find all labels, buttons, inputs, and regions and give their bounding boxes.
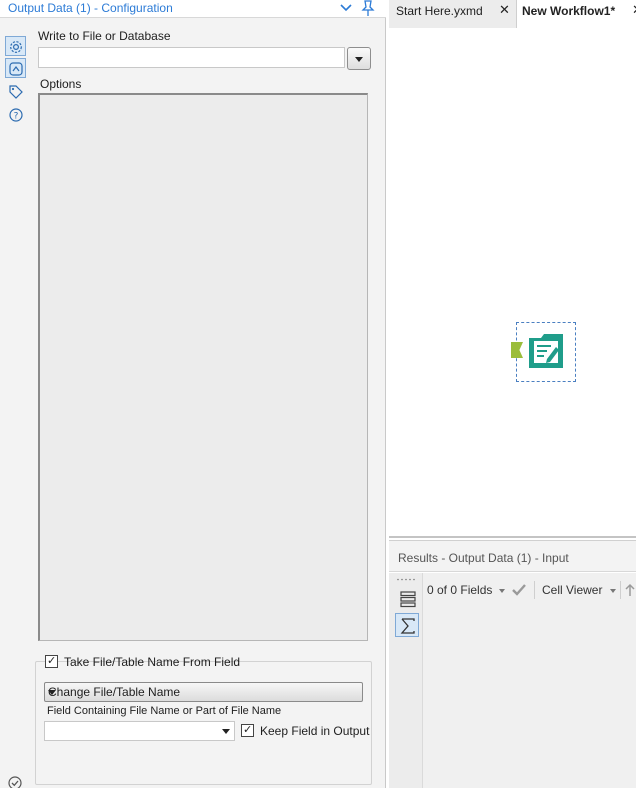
help-icon: ? [9, 108, 23, 122]
name-mode-select[interactable]: Change File/Table Name [44, 682, 363, 702]
tab-start-here[interactable]: Start Here.yxmd ✕ [389, 0, 516, 28]
tab-label: Start Here.yxmd [396, 4, 483, 18]
options-label: Options [40, 77, 82, 91]
connection-icon [9, 62, 23, 76]
results-toolbar: 0 of 0 Fields Cell Viewer [423, 579, 636, 601]
configuration-title: Output Data (1) - Configuration [8, 1, 173, 15]
file-path-input[interactable] [38, 47, 345, 68]
input-anchor[interactable] [511, 342, 523, 358]
write-to-label: Write to File or Database [38, 29, 171, 43]
results-header: Results - Output Data (1) - Input [389, 540, 636, 572]
fields-count[interactable]: 0 of 0 Fields [427, 583, 492, 597]
metadata-view-button[interactable] [395, 613, 419, 637]
rail-grip-icon [397, 578, 415, 581]
config-icon-rail: ? [0, 18, 30, 788]
tag-icon [9, 85, 23, 99]
field-select[interactable] [44, 721, 235, 741]
keep-field-label: Keep Field in Output [260, 724, 370, 738]
workflow-canvas[interactable] [389, 28, 636, 538]
output-data-icon [529, 334, 563, 368]
options-grid[interactable] [38, 93, 368, 641]
keep-field-checkbox[interactable]: ✓ [241, 723, 254, 737]
output-data-tool[interactable] [511, 322, 576, 382]
close-icon[interactable]: ✕ [499, 2, 510, 18]
svg-text:?: ? [14, 112, 19, 122]
gear-icon [10, 41, 22, 53]
check-circle-icon[interactable] [7, 775, 23, 788]
take-name-checkbox[interactable]: ✓ [45, 654, 58, 668]
data-view-button[interactable] [395, 586, 419, 610]
annotation-tab-button[interactable] [5, 81, 26, 101]
configuration-header: Output Data (1) - Configuration [0, 0, 386, 18]
close-icon[interactable]: ✕ [632, 2, 636, 18]
tab-new-workflow[interactable]: New Workflow1* ✕ [516, 0, 636, 28]
chevron-down-icon[interactable] [339, 0, 353, 16]
chevron-down-icon[interactable] [610, 589, 616, 593]
name-mode-value: Change File/Table Name [48, 685, 181, 699]
take-name-label: Take File/Table Name From Field [64, 655, 241, 669]
arrow-up-icon[interactable] [624, 582, 636, 598]
results-title: Results - Output Data (1) - Input [398, 551, 569, 565]
chevron-down-icon [222, 729, 230, 734]
configuration-tab-button[interactable] [5, 36, 26, 56]
toolbar-separator [620, 581, 621, 599]
sigma-icon [400, 618, 415, 634]
results-rail [389, 573, 423, 788]
cell-viewer-button[interactable]: Cell Viewer [542, 583, 602, 597]
toolbar-separator [534, 581, 535, 599]
file-dropdown-button[interactable] [347, 47, 371, 70]
tab-label: New Workflow1* [522, 4, 616, 18]
help-tab-button[interactable]: ? [5, 104, 26, 124]
configuration-panel: Output Data (1) - Configuration ? Write … [0, 0, 386, 788]
rows-icon [400, 591, 416, 608]
chevron-down-icon[interactable] [499, 589, 505, 593]
checkmark-icon[interactable] [511, 582, 527, 598]
chevron-down-icon [48, 690, 56, 695]
pin-icon[interactable] [360, 0, 376, 16]
workflow-tab-bar: Start Here.yxmd ✕ New Workflow1* ✕ [389, 0, 636, 28]
connection-tab-button[interactable] [5, 58, 26, 78]
field-label: Field Containing File Name or Part of Fi… [47, 705, 282, 717]
results-panel: 0 of 0 Fields Cell Viewer [389, 573, 636, 788]
